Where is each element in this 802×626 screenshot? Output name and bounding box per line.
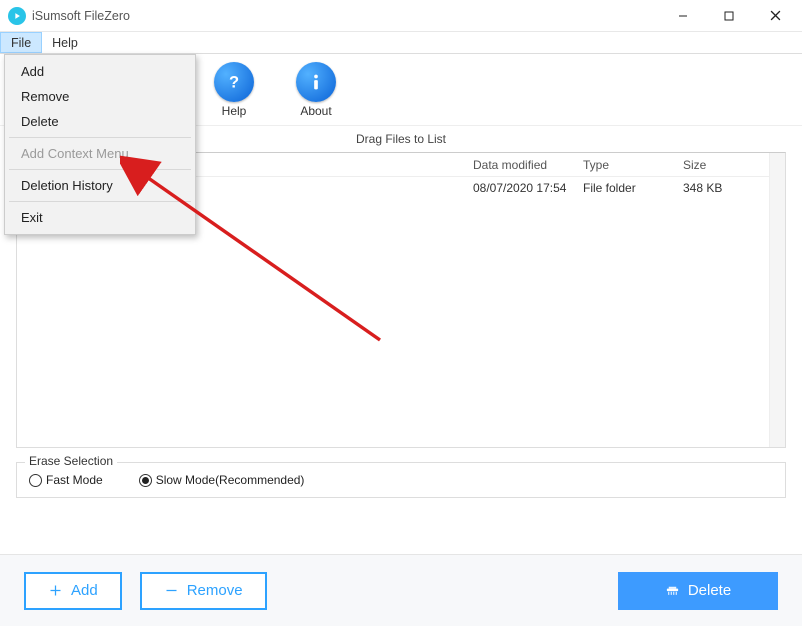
menu-separator <box>9 137 191 138</box>
list-scrollbar[interactable] <box>769 153 785 447</box>
app-title: iSumsoft FileZero <box>32 9 130 23</box>
window-controls <box>660 0 798 32</box>
help-icon: ? <box>214 62 254 102</box>
remove-button[interactable]: Remove <box>140 572 267 610</box>
col-type[interactable]: Type <box>577 158 677 172</box>
delete-button-label: Delete <box>688 582 731 599</box>
menu-item-add-context: Add Context Menu <box>7 141 193 166</box>
menu-item-exit[interactable]: Exit <box>7 205 193 230</box>
title-bar: iSumsoft FileZero <box>0 0 802 32</box>
menu-file[interactable]: File <box>0 32 42 53</box>
svg-text:?: ? <box>229 73 239 91</box>
maximize-button[interactable] <box>706 0 752 32</box>
plus-icon <box>48 583 63 598</box>
menu-separator <box>9 201 191 202</box>
menu-item-deletion-history[interactable]: Deletion History <box>7 173 193 198</box>
toolbar-about-button[interactable]: About <box>288 62 344 118</box>
menu-item-add[interactable]: Add <box>7 59 193 84</box>
toolbar-help-label: Help <box>222 104 247 118</box>
menu-item-delete[interactable]: Delete <box>7 109 193 134</box>
erase-legend: Erase Selection <box>25 454 117 468</box>
shredder-icon <box>665 583 680 598</box>
menu-help[interactable]: Help <box>42 32 88 53</box>
radio-icon <box>29 474 42 487</box>
cell-modified: 08/07/2020 17:54 <box>467 181 577 195</box>
erase-selection-group: Erase Selection Fast Mode Slow Mode(Reco… <box>16 462 786 498</box>
radio-icon-selected <box>139 474 152 487</box>
file-menu-dropdown: Add Remove Delete Add Context Menu Delet… <box>4 54 196 235</box>
radio-slow-label: Slow Mode(Recommended) <box>156 473 305 487</box>
toolbar-help-button[interactable]: ? Help <box>206 62 262 118</box>
toolbar-about-label: About <box>300 104 331 118</box>
delete-button[interactable]: Delete <box>618 572 778 610</box>
add-button-label: Add <box>71 582 98 599</box>
col-modified[interactable]: Data modified <box>467 158 577 172</box>
minimize-button[interactable] <box>660 0 706 32</box>
radio-fast-label: Fast Mode <box>46 473 103 487</box>
bottom-bar: Add Remove Delete <box>0 554 802 626</box>
info-icon <box>296 62 336 102</box>
app-icon <box>8 7 26 25</box>
radio-slow-mode[interactable]: Slow Mode(Recommended) <box>139 473 305 487</box>
menu-separator <box>9 169 191 170</box>
menu-item-remove[interactable]: Remove <box>7 84 193 109</box>
radio-fast-mode[interactable]: Fast Mode <box>29 473 103 487</box>
minus-icon <box>164 583 179 598</box>
add-button[interactable]: Add <box>24 572 122 610</box>
cell-type: File folder <box>577 181 677 195</box>
close-button[interactable] <box>752 0 798 32</box>
remove-button-label: Remove <box>187 582 243 599</box>
menu-bar: File Help <box>0 32 802 54</box>
